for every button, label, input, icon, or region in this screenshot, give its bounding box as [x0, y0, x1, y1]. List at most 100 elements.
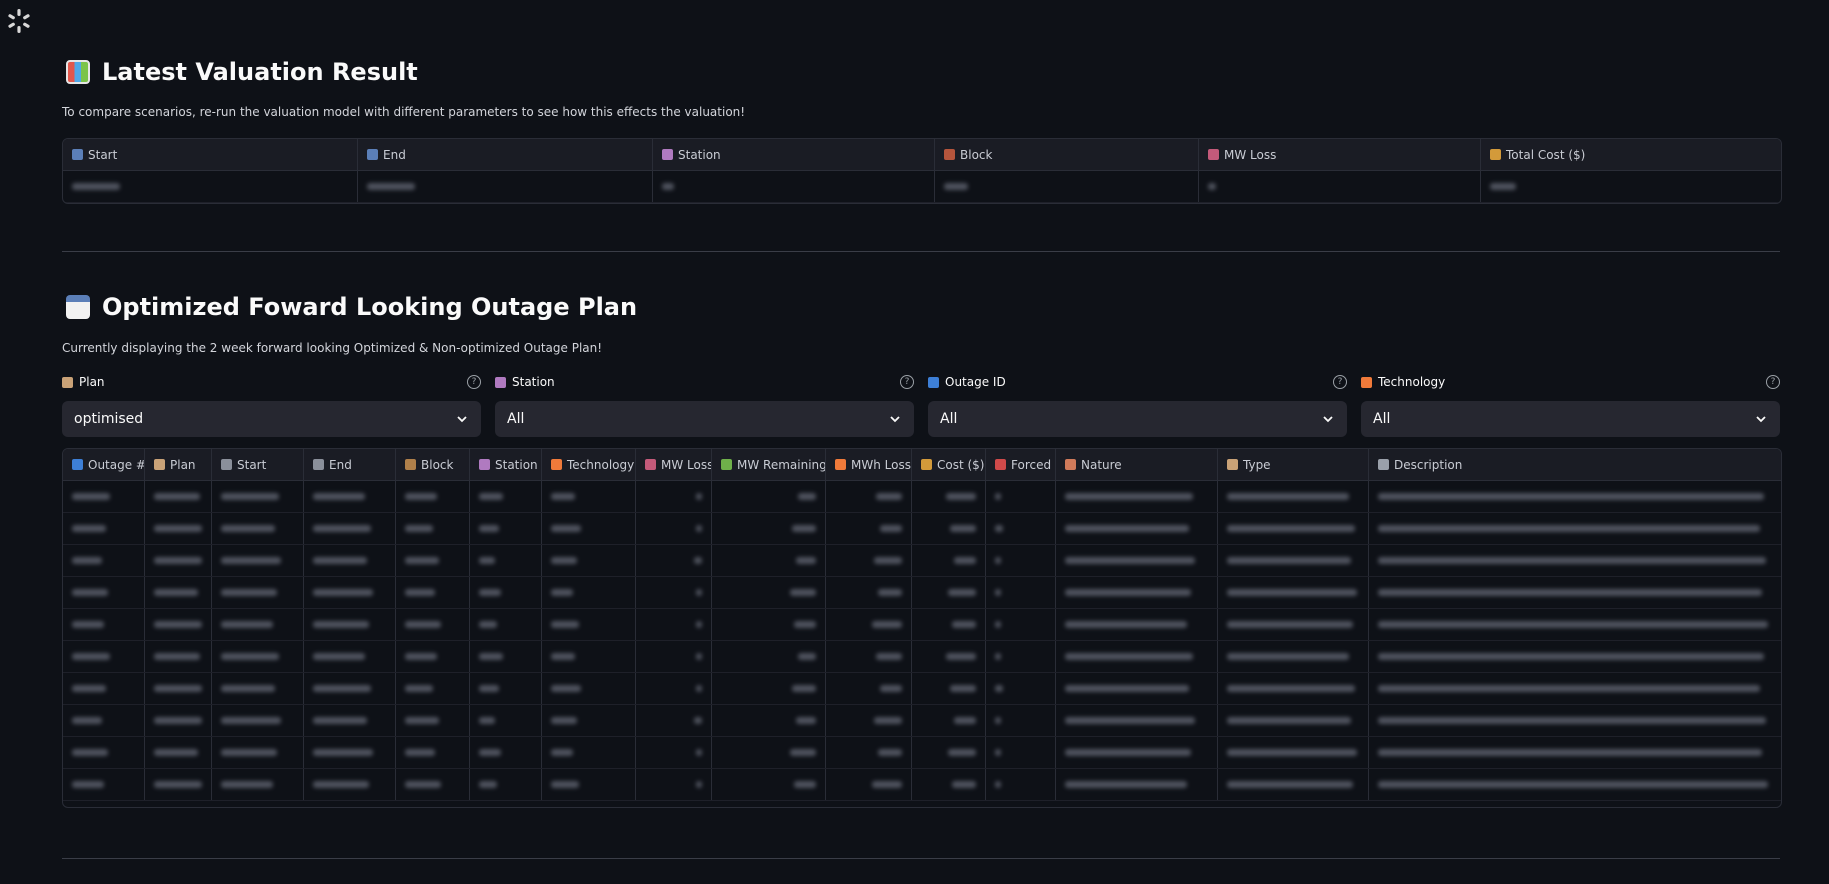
column-header-description[interactable]: Description — [1369, 449, 1781, 480]
column-header-mw-loss[interactable]: MW Loss — [636, 449, 712, 480]
table-cell[interactable] — [1218, 577, 1369, 608]
table-cell[interactable] — [986, 481, 1056, 512]
table-row[interactable] — [63, 171, 1781, 203]
table-cell[interactable] — [470, 641, 542, 672]
table-cell[interactable] — [1056, 545, 1218, 576]
table-cell[interactable] — [912, 737, 986, 768]
table-cell[interactable] — [826, 705, 912, 736]
table-cell[interactable] — [826, 545, 912, 576]
table-cell[interactable] — [1218, 673, 1369, 704]
table-cell[interactable] — [542, 769, 636, 800]
table-cell[interactable] — [1369, 609, 1781, 640]
table-cell[interactable] — [712, 481, 826, 512]
help-icon[interactable]: ? — [467, 375, 481, 389]
table-cell[interactable] — [826, 609, 912, 640]
table-cell[interactable] — [396, 577, 470, 608]
table-cell[interactable] — [304, 705, 396, 736]
table-cell[interactable] — [912, 609, 986, 640]
table-cell[interactable] — [1369, 705, 1781, 736]
table-cell[interactable] — [712, 609, 826, 640]
table-cell[interactable] — [470, 481, 542, 512]
table-cell[interactable] — [304, 545, 396, 576]
table-cell[interactable] — [212, 545, 304, 576]
table-cell[interactable] — [1218, 545, 1369, 576]
table-cell[interactable] — [1056, 609, 1218, 640]
table-cell[interactable] — [1369, 577, 1781, 608]
column-header-start[interactable]: Start — [212, 449, 304, 480]
table-cell[interactable] — [636, 481, 712, 512]
table-cell[interactable] — [145, 641, 212, 672]
table-cell[interactable] — [712, 513, 826, 544]
table-cell[interactable] — [1056, 481, 1218, 512]
table-cell[interactable] — [1369, 513, 1781, 544]
column-header-station[interactable]: Station — [653, 139, 935, 170]
table-cell[interactable] — [212, 577, 304, 608]
table-cell[interactable] — [636, 513, 712, 544]
table-cell[interactable] — [1369, 641, 1781, 672]
table-cell[interactable] — [304, 609, 396, 640]
table-cell[interactable] — [212, 673, 304, 704]
table-cell[interactable] — [396, 673, 470, 704]
table-row[interactable] — [63, 545, 1781, 577]
table-cell[interactable] — [542, 577, 636, 608]
table-cell[interactable] — [212, 705, 304, 736]
table-row[interactable] — [63, 673, 1781, 705]
table-cell[interactable] — [304, 673, 396, 704]
table-cell[interactable] — [470, 545, 542, 576]
table-cell[interactable] — [145, 481, 212, 512]
plan-select[interactable]: optimised — [62, 401, 481, 437]
help-icon[interactable]: ? — [1766, 375, 1780, 389]
table-cell[interactable] — [145, 577, 212, 608]
table-cell[interactable] — [826, 577, 912, 608]
table-cell[interactable] — [542, 545, 636, 576]
table-cell[interactable] — [1369, 673, 1781, 704]
table-cell[interactable] — [1056, 737, 1218, 768]
table-cell[interactable] — [396, 737, 470, 768]
table-cell[interactable] — [986, 577, 1056, 608]
table-cell[interactable] — [304, 481, 396, 512]
table-cell[interactable] — [1056, 577, 1218, 608]
table-cell[interactable] — [712, 641, 826, 672]
table-cell[interactable] — [63, 673, 145, 704]
table-cell[interactable] — [986, 737, 1056, 768]
table-cell[interactable] — [145, 545, 212, 576]
table-cell[interactable] — [826, 737, 912, 768]
table-cell[interactable] — [636, 769, 712, 800]
table-cell[interactable] — [542, 673, 636, 704]
table-cell[interactable] — [826, 673, 912, 704]
table-cell[interactable] — [636, 705, 712, 736]
column-header-technology[interactable]: Technology — [542, 449, 636, 480]
table-cell[interactable] — [63, 769, 145, 800]
table-cell[interactable] — [912, 481, 986, 512]
table-cell[interactable] — [1218, 481, 1369, 512]
table-row[interactable] — [63, 513, 1781, 545]
table-cell[interactable] — [304, 769, 396, 800]
table-cell[interactable] — [542, 481, 636, 512]
table-row[interactable] — [63, 705, 1781, 737]
valuation-table[interactable]: Start End Station Block MW Loss Total Cost ($… — [62, 138, 1782, 204]
table-cell[interactable] — [636, 737, 712, 768]
column-header-end[interactable]: End — [358, 139, 653, 170]
table-cell[interactable] — [636, 641, 712, 672]
column-header-block[interactable]: Block — [396, 449, 470, 480]
table-cell[interactable] — [712, 577, 826, 608]
table-cell[interactable] — [304, 737, 396, 768]
column-header-nature[interactable]: Nature — [1056, 449, 1218, 480]
table-cell[interactable] — [712, 769, 826, 800]
table-cell[interactable] — [63, 609, 145, 640]
table-cell[interactable] — [542, 705, 636, 736]
table-cell[interactable] — [63, 641, 145, 672]
column-header-outage[interactable]: Outage # — [63, 449, 145, 480]
technology-select[interactable]: All — [1361, 401, 1780, 437]
table-cell[interactable] — [1369, 769, 1781, 800]
table-cell[interactable] — [63, 513, 145, 544]
table-cell[interactable] — [986, 641, 1056, 672]
table-cell[interactable] — [212, 769, 304, 800]
table-cell[interactable] — [212, 513, 304, 544]
table-cell[interactable] — [1199, 171, 1481, 202]
table-cell[interactable] — [304, 513, 396, 544]
table-cell[interactable] — [304, 641, 396, 672]
table-cell[interactable] — [542, 609, 636, 640]
table-cell[interactable] — [396, 769, 470, 800]
table-cell[interactable] — [145, 737, 212, 768]
